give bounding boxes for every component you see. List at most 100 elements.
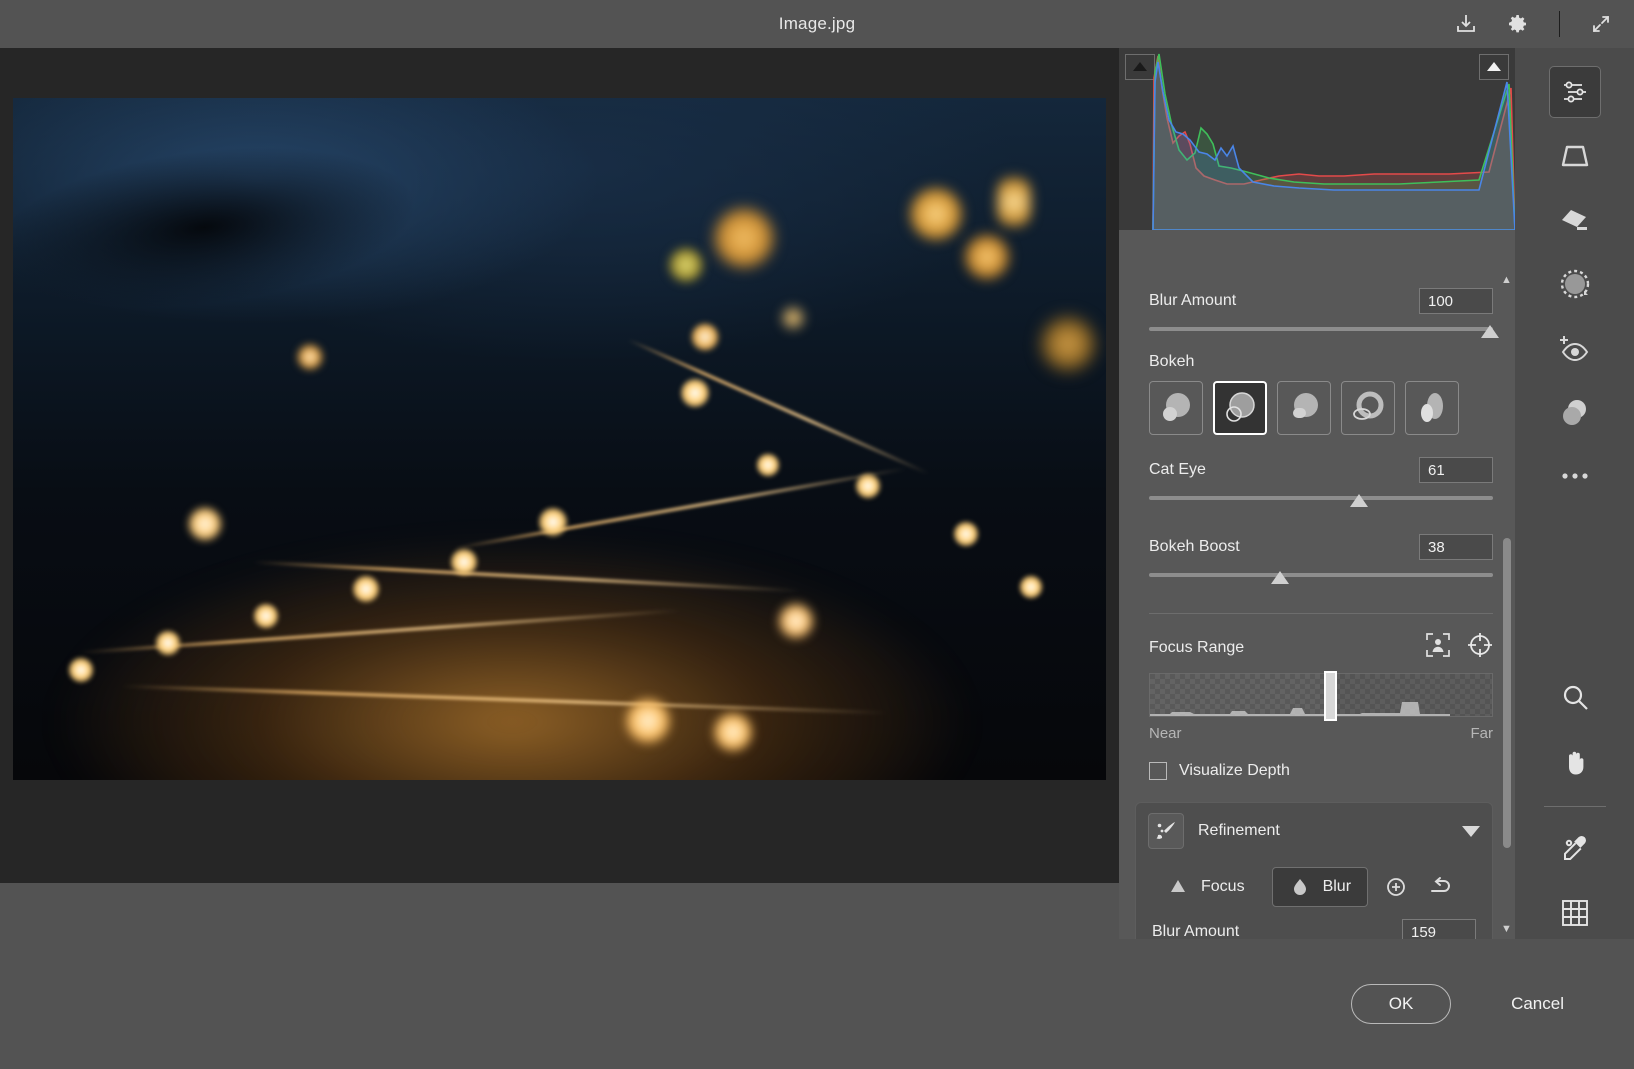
refinement-blur-amount-label: Blur Amount <box>1152 923 1239 939</box>
expand-arrows-icon[interactable] <box>1586 9 1616 39</box>
bokeh-blob <box>778 303 808 333</box>
save-to-disk-icon[interactable] <box>1451 9 1481 39</box>
perspective-crop-icon[interactable] <box>1549 130 1601 182</box>
light-bulb <box>778 603 814 639</box>
eyedropper-icon[interactable] <box>1549 823 1601 875</box>
bokeh-shape-group <box>1149 381 1493 435</box>
refinement-title: Refinement <box>1198 822 1448 840</box>
panel-scrollbar[interactable]: ▲ ▼ <box>1503 278 1511 931</box>
blur-mode-button[interactable]: Blur <box>1272 867 1368 907</box>
slider-track <box>1149 496 1493 500</box>
gear-icon[interactable] <box>1503 9 1533 39</box>
near-label: Near <box>1149 725 1182 742</box>
halftone-circle-icon[interactable] <box>1549 258 1601 310</box>
blur-amount-slider[interactable] <box>1149 323 1493 339</box>
light-bulb <box>756 453 780 477</box>
cat-eye-input[interactable]: 61 <box>1419 457 1493 483</box>
light-bulb <box>855 473 881 499</box>
tools-divider <box>1544 806 1606 807</box>
focus-range-handle[interactable] <box>1324 671 1337 721</box>
bokeh-shape-circle-soft[interactable] <box>1149 381 1203 435</box>
bokeh-blob <box>713 207 775 269</box>
eye-plus-icon[interactable] <box>1549 322 1601 374</box>
title-bar: Image.jpg <box>0 0 1634 48</box>
dodge-burn-icon[interactable] <box>1549 386 1601 438</box>
blur-amount-label: Blur Amount <box>1149 292 1236 310</box>
checkbox-box[interactable] <box>1149 762 1167 780</box>
focus-range-actions <box>1425 632 1493 663</box>
histogram[interactable] <box>1119 48 1515 230</box>
far-label: Far <box>1471 725 1494 742</box>
blur-amount-section: Blur Amount 100 Bokeh <box>1119 270 1515 439</box>
scroll-up-arrow[interactable]: ▲ <box>1501 274 1512 286</box>
slider-track <box>1149 327 1493 331</box>
bokeh-label: Bokeh <box>1149 353 1493 371</box>
light-bulb <box>625 698 671 744</box>
focus-mode-label: Focus <box>1201 878 1245 896</box>
depth-histogram <box>1150 700 1450 716</box>
light-bulb <box>1019 575 1043 599</box>
focus-range-label: Focus Range <box>1149 639 1244 657</box>
bokeh-blob <box>909 187 963 241</box>
blur-mode-label: Blur <box>1323 878 1351 896</box>
bokeh-shape-oval[interactable] <box>1405 381 1459 435</box>
focus-range-endpoints: Near Far <box>1149 725 1493 742</box>
preview-image[interactable] <box>13 98 1106 780</box>
light-bulb <box>68 657 94 683</box>
refinement-panel: Refinement Focus Blur <box>1135 802 1493 939</box>
more-options-icon[interactable] <box>1549 450 1601 502</box>
caret-down-icon[interactable] <box>1462 826 1480 837</box>
slider-knob[interactable] <box>1271 571 1289 584</box>
bokeh-shape-ring-overlap[interactable] <box>1213 381 1267 435</box>
page-title: Image.jpg <box>779 14 855 34</box>
brush-refine-icon <box>1148 813 1184 849</box>
blur-amount-input[interactable]: 100 <box>1419 288 1493 314</box>
slider-knob[interactable] <box>1350 494 1368 507</box>
scrollbar-thumb[interactable] <box>1503 538 1511 848</box>
eraser-icon[interactable] <box>1549 194 1601 246</box>
plus-circle-icon[interactable] <box>1378 869 1414 905</box>
bokeh-boost-slider[interactable] <box>1149 569 1493 585</box>
bokeh-boost-label: Bokeh Boost <box>1149 538 1240 556</box>
bokeh-blob <box>997 173 1031 231</box>
adjust-sliders-icon[interactable] <box>1549 66 1601 118</box>
focus-range-slider[interactable] <box>1149 673 1493 717</box>
bokeh-shape-smooth-disc[interactable] <box>1277 381 1331 435</box>
bokeh-boost-section: Bokeh Boost 38 <box>1119 516 1515 593</box>
bokeh-boost-input[interactable]: 38 <box>1419 534 1493 560</box>
light-bulb <box>713 712 753 752</box>
scroll-down-arrow[interactable]: ▼ <box>1501 923 1512 935</box>
light-bulb <box>155 630 181 656</box>
slider-knob[interactable] <box>1481 325 1499 338</box>
cancel-button[interactable]: Cancel <box>1511 994 1564 1014</box>
light-bulb <box>188 507 222 541</box>
undo-arrow-icon[interactable] <box>1424 869 1460 905</box>
light-bulb <box>680 378 710 408</box>
focus-mode-button[interactable]: Focus <box>1150 867 1262 907</box>
visualize-depth-checkbox[interactable]: Visualize Depth <box>1149 762 1493 780</box>
dialog-footer: OK Cancel <box>0 939 1634 1069</box>
cat-eye-label: Cat Eye <box>1149 461 1206 479</box>
bokeh-shape-donut[interactable] <box>1341 381 1395 435</box>
title-bar-actions <box>1451 0 1616 48</box>
light-bulb <box>691 323 719 351</box>
toolbar-divider <box>1559 11 1560 37</box>
histogram-curves <box>1149 48 1515 230</box>
face-detect-icon[interactable] <box>1425 632 1451 663</box>
image-canvas[interactable]: Fit (19%) 100% <box>0 48 1119 883</box>
refinement-header[interactable]: Refinement <box>1136 803 1492 859</box>
light-bulb <box>538 507 568 537</box>
grid-icon[interactable] <box>1549 887 1601 939</box>
panel-scroll-area: Blur Amount 100 Bokeh <box>1119 270 1515 939</box>
zoom-magnifier-icon[interactable] <box>1549 672 1601 724</box>
cat-eye-section: Cat Eye 61 <box>1119 439 1515 516</box>
hand-pan-icon[interactable] <box>1549 736 1601 788</box>
refinement-blur-amount-input[interactable]: 159 <box>1402 919 1476 939</box>
focus-range-section: Focus Range <box>1119 614 1515 784</box>
cat-eye-slider[interactable] <box>1149 492 1493 508</box>
app-window: Image.jpg <box>0 0 1634 1069</box>
light-bulb <box>953 521 979 547</box>
refinement-blur-amount-section: Blur Amount 159 <box>1136 919 1492 939</box>
ok-button[interactable]: OK <box>1351 984 1451 1024</box>
focus-target-icon[interactable] <box>1467 632 1493 663</box>
